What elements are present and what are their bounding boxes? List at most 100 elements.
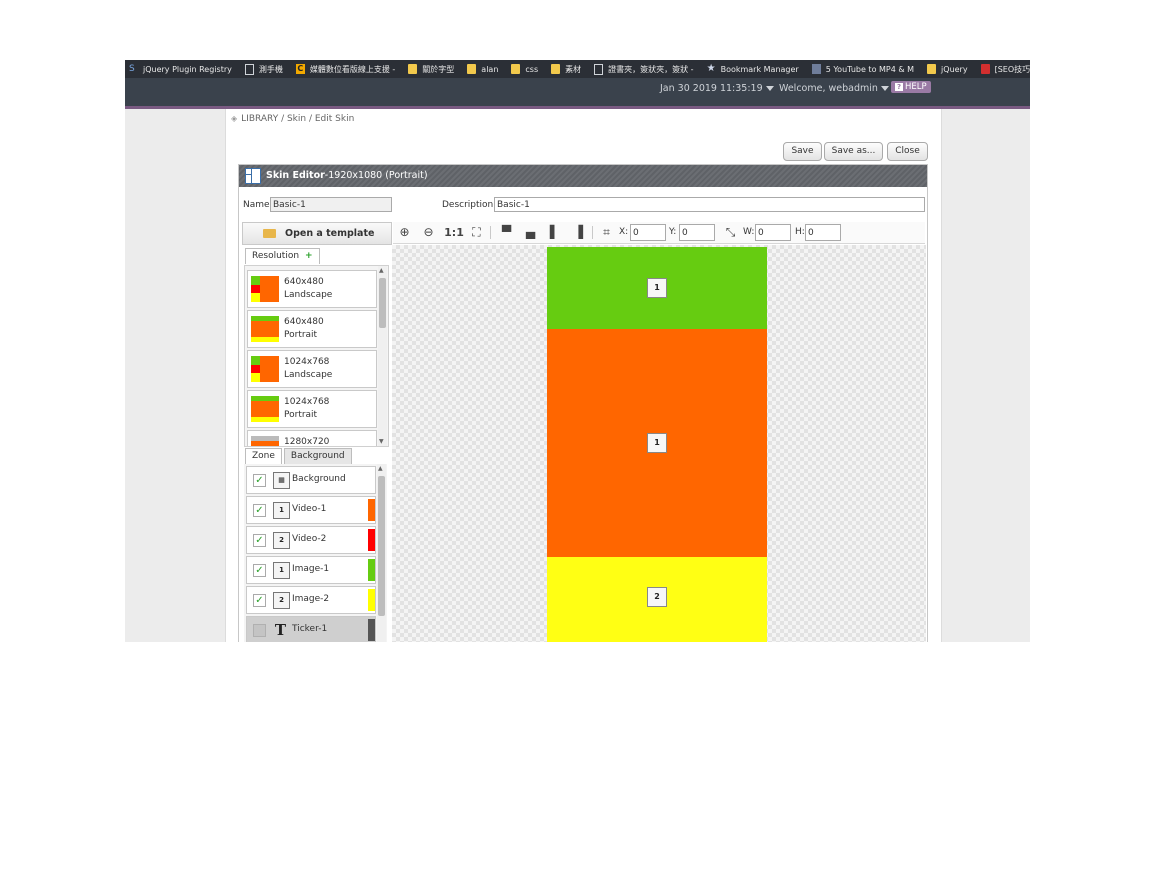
chevron-down-icon (880, 86, 889, 91)
zone-checkbox[interactable]: ✓ (253, 594, 266, 607)
zone-item-image-1[interactable]: ✓ 1 Image-1 (246, 556, 376, 584)
image-icon: 1 (647, 278, 667, 298)
folder-icon (927, 64, 937, 74)
bookmark-item[interactable]: 素材 (547, 64, 581, 75)
zone-item-video-1[interactable]: ✓ 1 Video-1 (246, 496, 376, 524)
width-input[interactable]: 0 (755, 224, 791, 241)
resolution-tabs: Resolution + (245, 248, 322, 264)
layout-icon (245, 168, 261, 184)
bookmark-item[interactable]: ★ Bookmark Manager (703, 64, 799, 74)
zone-checkbox[interactable] (253, 624, 266, 637)
layout-thumbnail (251, 316, 279, 342)
actual-size-button[interactable]: 1:1 (443, 225, 465, 240)
height-input[interactable]: 0 (805, 224, 841, 241)
bookmark-item[interactable]: alan (463, 64, 498, 74)
align-left-icon[interactable]: ▌ (547, 225, 562, 240)
video-icon: 1 (647, 433, 667, 453)
bookmark-item[interactable]: [SEO技巧]善用搜尋如何 (977, 64, 1030, 75)
scroll-thumb[interactable] (378, 476, 385, 616)
bookmark-item[interactable]: 證書夾，簽狀夾，簽狀 - (590, 63, 694, 75)
scroll-down-icon[interactable]: ▼ (379, 438, 384, 445)
image-icon: 1 (273, 562, 290, 579)
x-input[interactable]: 0 (630, 224, 666, 241)
tab-background[interactable]: Background (283, 448, 352, 464)
zone-list: ✓ ▦ Background ✓ 1 Video-1 ✓ 2 Video-2 ✓… (244, 464, 387, 642)
zone-item-image-2[interactable]: ✓ 2 Image-2 (246, 586, 376, 614)
bookmark-item[interactable]: jQuery (923, 64, 968, 74)
folder-icon (408, 64, 418, 74)
layout-thumbnail (251, 356, 279, 382)
scroll-up-icon[interactable]: ▲ (378, 465, 383, 472)
y-input[interactable]: 0 (679, 224, 715, 241)
bookmark-item[interactable]: SjQuery Plugin Registry (125, 64, 232, 74)
bookmark-item[interactable]: 關於字型 (404, 64, 454, 75)
save-button[interactable]: Save (783, 142, 822, 161)
resolution-item[interactable]: 1280x720 (247, 430, 377, 446)
resolution-item[interactable]: 640x480 Landscape (247, 270, 377, 308)
save-as-button[interactable]: Save as... (824, 142, 883, 161)
name-input[interactable]: Basic-1 (270, 197, 392, 212)
resolution-item[interactable]: 1024x768 Portrait (247, 390, 377, 428)
bookmark-item[interactable]: 5 YouTube to MP4 & M (808, 64, 914, 74)
align-top-icon[interactable]: ▀ (499, 225, 514, 240)
zone-item-background[interactable]: ✓ ▦ Background (246, 466, 376, 494)
youtube-icon (811, 64, 821, 74)
toolbar-divider (490, 226, 491, 239)
align-right-icon[interactable]: ▐ (571, 225, 586, 240)
skin-canvas[interactable]: 1 1 2 (392, 245, 926, 642)
bookmark-item[interactable]: 測手機 (241, 63, 283, 75)
description-label: Description (442, 200, 494, 210)
close-button[interactable]: Close (887, 142, 928, 161)
zone-checkbox[interactable]: ✓ (253, 504, 266, 517)
c-icon: C (295, 64, 305, 74)
tab-resolution[interactable]: Resolution + (245, 248, 320, 264)
zone-checkbox[interactable]: ✓ (253, 534, 266, 547)
resolution-item[interactable]: 1024x768 Landscape (247, 350, 377, 388)
image-2-zone[interactable]: 2 (547, 557, 767, 642)
bookmark-item[interactable]: css (507, 64, 538, 74)
bookmark-item[interactable]: C 媒體數位看版線上支援 - (292, 64, 395, 75)
editor-title-bar: Skin Editor-1920x1080 (Portrait) (239, 165, 927, 187)
video-1-zone[interactable]: 1 (547, 329, 767, 557)
name-label: Name (243, 200, 270, 210)
layout-thumbnail (251, 276, 279, 302)
zone-color-swatch (368, 559, 375, 581)
zone-item-video-2[interactable]: ✓ 2 Video-2 (246, 526, 376, 554)
zone-color-swatch (368, 499, 375, 521)
zoom-out-icon[interactable]: ⊖ (421, 225, 436, 240)
fit-screen-icon[interactable]: ⛶ (469, 225, 484, 240)
resolution-list: 640x480 Landscape 640x480 Portrait 1024x76… (244, 265, 389, 447)
ticker-icon: T (274, 621, 287, 639)
scroll-up-icon[interactable]: ▲ (379, 267, 384, 274)
zone-item-ticker-1[interactable]: T Ticker-1 (246, 616, 376, 642)
breadcrumb: ◈ LIBRARY / Skin / Edit Skin (231, 114, 355, 124)
resolution-item[interactable]: 640x480 Portrait (247, 310, 377, 348)
help-button[interactable]: ? HELP (891, 81, 931, 93)
s-icon: S (129, 64, 135, 74)
layout-thumbnail (251, 436, 279, 446)
video-icon: 1 (273, 502, 290, 519)
description-input[interactable]: Basic-1 (494, 197, 925, 212)
align-bottom-icon[interactable]: ▄ (523, 225, 538, 240)
zone-scrollbar[interactable]: ▲ (377, 464, 386, 642)
tab-zone[interactable]: Zone (245, 448, 282, 464)
user-menu[interactable]: Welcome, webadmin (779, 83, 889, 94)
datetime-menu[interactable]: Jan 30 2019 11:35:19 (660, 83, 774, 94)
zone-tabs: Zone Background (245, 448, 354, 464)
zone-checkbox[interactable]: ✓ (253, 564, 266, 577)
scroll-thumb[interactable] (379, 278, 386, 328)
open-template-button[interactable]: Open a template (242, 222, 392, 245)
chevron-down-icon (765, 86, 774, 91)
image-icon: 2 (273, 592, 290, 609)
zoom-in-icon[interactable]: ⊕ (397, 225, 412, 240)
folder-open-icon (263, 229, 276, 238)
zone-checkbox[interactable]: ✓ (253, 474, 266, 487)
zone-color-swatch (368, 529, 375, 551)
page-icon (594, 63, 604, 75)
image-1-zone[interactable]: 1 (547, 247, 767, 329)
layout-thumbnail (251, 396, 279, 422)
add-icon[interactable]: + (305, 251, 313, 261)
star-icon: ★ (706, 63, 716, 74)
folder-icon (467, 64, 477, 74)
resolution-scrollbar[interactable]: ▲ ▼ (378, 266, 387, 446)
